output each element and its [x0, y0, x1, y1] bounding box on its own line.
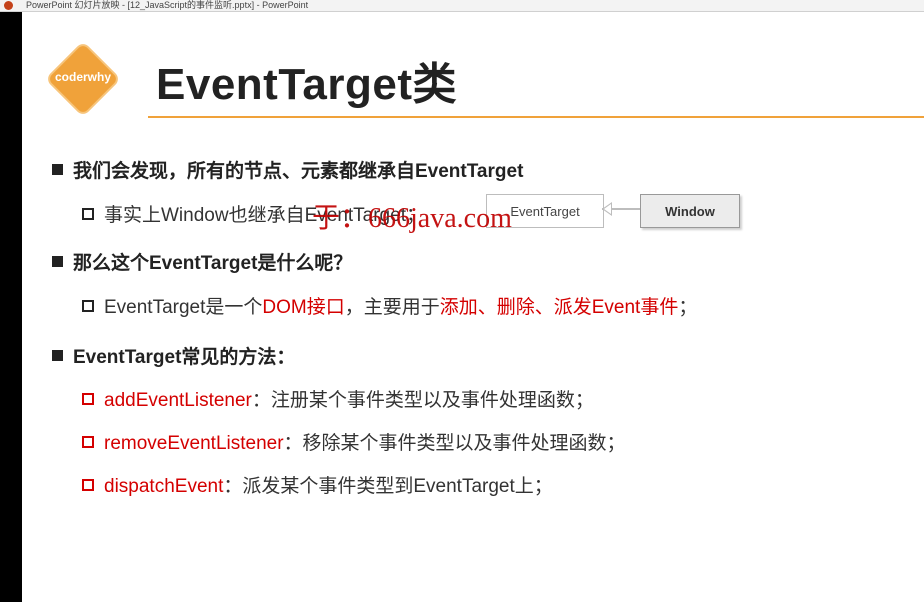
text-part: ； [678, 297, 698, 318]
method-name: addEventListener [104, 390, 252, 411]
bullet-text: EventTarget常见的方法： [73, 347, 296, 368]
actions-highlight: 添加、删除、派发Event事件 [439, 297, 679, 318]
method-description: ：移除某个事件类型以及事件处理函数； [283, 433, 626, 454]
hollow-square-bullet-icon [82, 208, 94, 220]
solid-square-bullet-icon [52, 350, 63, 361]
text-part: EventTarget是一个 [104, 297, 263, 318]
bullet-methods: EventTarget常见的方法： [52, 342, 295, 369]
method-dispatch-event: dispatchEvent：派发某个事件类型到EventTarget上； [82, 471, 553, 498]
powerpoint-icon [4, 1, 13, 10]
text-part: ，主要用于 [344, 297, 440, 318]
window-titlebar: PowerPoint 幻灯片放映 - [12_JavaScript的事件监听.p… [0, 0, 924, 12]
slide: coderwhy EventTarget类 我们会发现，所有的节点、元素都继承自… [22, 12, 924, 602]
method-remove-event-listener: removeEventListener：移除某个事件类型以及事件处理函数； [82, 428, 626, 455]
bullet-text: 那么这个EventTarget是什么呢？ [73, 253, 353, 274]
bullet-text: 我们会发现，所有的节点、元素都继承自EventTarget [73, 161, 524, 182]
bullet-inheritance: 我们会发现，所有的节点、元素都继承自EventTarget [52, 156, 523, 183]
red-hollow-square-bullet-icon [82, 436, 94, 448]
red-hollow-square-bullet-icon [82, 393, 94, 405]
logo-text: coderwhy [54, 70, 111, 84]
window-title: PowerPoint 幻灯片放映 - [12_JavaScript的事件监听.p… [26, 0, 309, 10]
method-description: ：注册某个事件类型以及事件处理函数； [251, 390, 594, 411]
coderwhy-logo: coderwhy [47, 43, 119, 115]
method-name: removeEventListener [104, 433, 284, 454]
method-name: dispatchEvent [104, 476, 224, 497]
sub-bullet-dom-interface: EventTarget是一个DOM接口，主要用于添加、删除、派发Event事件； [82, 292, 697, 319]
red-hollow-square-bullet-icon [82, 479, 94, 491]
dom-interface-highlight: DOM接口 [262, 297, 345, 318]
slide-title: EventTarget类 [156, 60, 458, 109]
diagram-window-box: Window [640, 194, 740, 228]
solid-square-bullet-icon [52, 164, 63, 175]
method-add-event-listener: addEventListener：注册某个事件类型以及事件处理函数； [82, 385, 594, 412]
bullet-what-is: 那么这个EventTarget是什么呢？ [52, 248, 352, 275]
arrow-head-inner [604, 204, 611, 214]
title-underline [148, 116, 924, 118]
hollow-square-bullet-icon [82, 300, 94, 312]
watermark-text: 于：666java.com [312, 203, 512, 234]
method-description: ：派发某个事件类型到EventTarget上； [223, 476, 553, 497]
solid-square-bullet-icon [52, 256, 63, 267]
